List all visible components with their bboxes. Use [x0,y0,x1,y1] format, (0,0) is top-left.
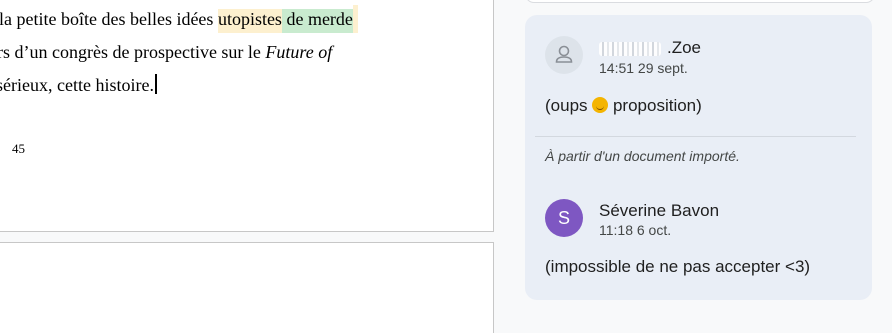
suggestion-highlight-green[interactable]: de merde [281,9,353,33]
relieved-face-icon [592,97,609,113]
suggestion-highlight-tail [352,5,358,33]
document-page[interactable]: la petite boîte des belles idées utopist… [0,0,494,232]
comment-author-zoe: .Zoe [599,38,701,58]
line1-text: la petite boîte des belles idées [0,9,218,29]
page-number: 45 [12,141,25,156]
redacted-name [599,41,661,56]
thread-divider [535,136,856,137]
reply-timestamp: 11:18 6 oct. [599,222,672,238]
reply-text: (impossible de ne pas accepter <3) [545,257,811,276]
next-page[interactable] [0,242,494,333]
suggestion-highlight-yellow[interactable]: utopistes [217,9,282,33]
imported-note: À partir d'un document importé. [545,148,740,164]
comment-text: (oups proposition) [545,96,702,115]
text-line-2[interactable]: rs d’un congrès de prospective sur le Fu… [0,40,332,64]
line2-text: rs d’un congrès de prospective sur le [0,42,266,62]
avatar: S [545,199,583,237]
line2-italic-text: Future of [265,42,333,62]
person-icon [555,45,573,63]
previous-comment-card[interactable] [525,0,875,3]
comment-author-severine: Séverine Bavon [599,201,720,220]
line3-text: sérieux, cette histoire. [0,75,154,95]
comment-timestamp: 14:51 29 sept. [599,60,688,76]
comments-sidebar: .Zoe 14:51 29 sept. (oups proposition) À… [495,0,892,324]
comment-thread-card[interactable]: .Zoe 14:51 29 sept. (oups proposition) À… [525,15,872,300]
document-canvas: la petite boîte des belles idées utopist… [0,0,495,333]
text-line-1[interactable]: la petite boîte des belles idées utopist… [0,5,358,33]
avatar [545,36,583,74]
text-line-3[interactable]: sérieux, cette histoire. [0,73,157,97]
text-cursor [154,74,157,94]
